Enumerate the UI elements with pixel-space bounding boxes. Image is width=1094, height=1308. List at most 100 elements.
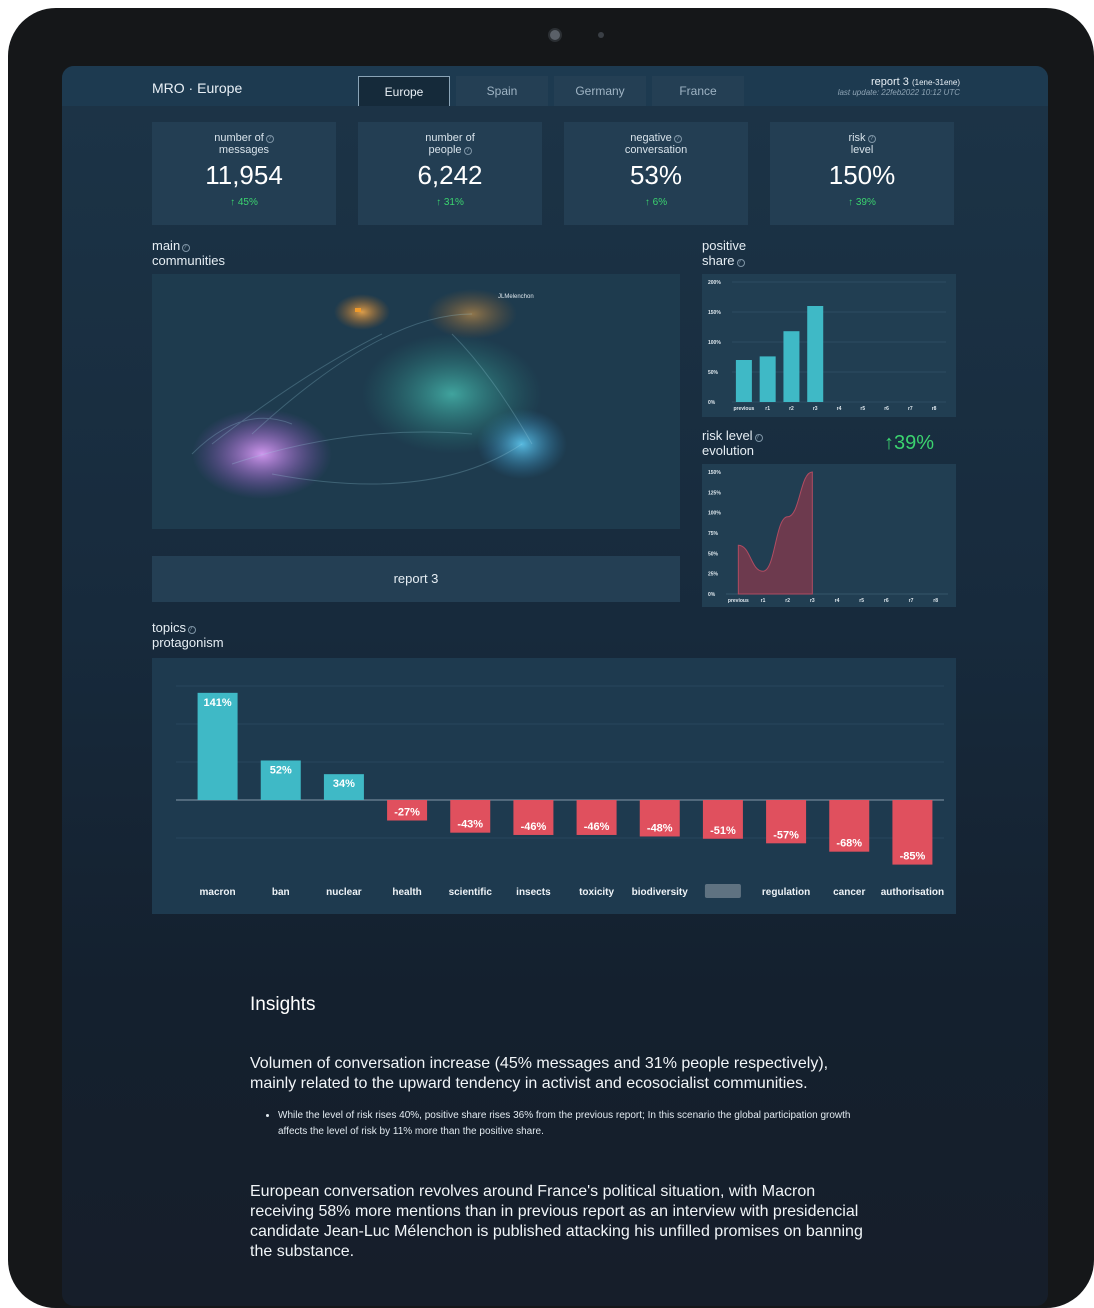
y-tick-label: 0% bbox=[708, 592, 716, 598]
section-title-line: topics bbox=[152, 620, 186, 635]
x-tick-label: macron bbox=[200, 887, 236, 898]
bar-value-label: -48% bbox=[647, 822, 673, 834]
kpi-label: number of bbox=[425, 132, 475, 144]
bar-value-label: -43% bbox=[457, 819, 483, 831]
report-range: (1ene-31ene) bbox=[911, 78, 960, 87]
kpi-label: level bbox=[850, 144, 874, 156]
section-title-line: evolution bbox=[702, 443, 755, 458]
insight-paragraph: Volumen of conversation increase (45% me… bbox=[250, 1055, 829, 1092]
arrow-up-icon: ↑ bbox=[436, 197, 442, 208]
tab-spain[interactable]: Spain bbox=[456, 76, 548, 106]
kpi-label: risk bbox=[848, 132, 866, 144]
tab-germany[interactable]: Germany bbox=[554, 76, 646, 106]
y-tick-label: 150% bbox=[708, 310, 721, 316]
tab-europe[interactable]: Europe bbox=[358, 76, 450, 106]
y-tick-label: 25% bbox=[708, 572, 719, 578]
x-tick-label: r5 bbox=[860, 406, 865, 412]
help-icon[interactable]: ? bbox=[265, 135, 274, 143]
x-tick-label: r6 bbox=[884, 598, 889, 604]
help-icon[interactable]: ? bbox=[736, 259, 745, 267]
y-tick-label: 125% bbox=[708, 490, 721, 496]
arrow-up-icon: ↑ bbox=[230, 197, 236, 208]
x-tick-label: r4 bbox=[837, 406, 842, 412]
section-title-line: communities bbox=[152, 253, 225, 268]
y-tick-label: 150% bbox=[708, 470, 721, 476]
x-tick-label: toxicity bbox=[579, 887, 614, 898]
positive-share-chart: 0% 50% 100% 150% 200% previous r1 r2 r3 r4 r5 r6 r7 r… bbox=[702, 274, 956, 417]
kpi-label: messages bbox=[218, 144, 270, 156]
insights-title: Insights bbox=[250, 994, 316, 1015]
x-tick-label: r8 bbox=[933, 598, 938, 604]
bar-value-label: -46% bbox=[521, 821, 547, 833]
x-tick-label: scientific bbox=[449, 887, 493, 898]
x-tick-label: r3 bbox=[813, 406, 818, 412]
topics-protagonism-chart: 141% macron 52% ban 34% nuclear -27% health -43%… bbox=[152, 658, 956, 914]
x-tick-label: r1 bbox=[765, 406, 770, 412]
risk-delta: ↑39% bbox=[884, 432, 935, 454]
x-tick-label: r7 bbox=[908, 406, 913, 412]
redacted-label bbox=[704, 884, 741, 898]
bar-value-label: 141% bbox=[204, 697, 232, 709]
tab-france[interactable]: France bbox=[652, 76, 744, 106]
bar bbox=[197, 692, 238, 800]
help-icon[interactable]: ? bbox=[754, 434, 763, 442]
help-icon[interactable]: ? bbox=[673, 135, 682, 143]
kpi-label: number of bbox=[214, 132, 264, 144]
help-icon[interactable]: ? bbox=[187, 626, 196, 634]
report-button[interactable]: report 3 bbox=[152, 556, 680, 602]
camera-icon bbox=[548, 28, 562, 42]
report-title: report 3 bbox=[870, 76, 909, 88]
x-tick-label: r2 bbox=[785, 598, 790, 604]
insight-bullet: While the level of risk rises 40%, posit… bbox=[278, 1108, 870, 1140]
bar bbox=[783, 331, 800, 402]
bar bbox=[735, 360, 752, 402]
positive-share-title: positive share? bbox=[702, 238, 746, 268]
x-tick-label: r3 bbox=[810, 598, 815, 604]
tablet-frame: MRO · Europe Europe Spain Germany France… bbox=[8, 8, 1094, 1308]
bar-value-label: -46% bbox=[584, 821, 610, 833]
section-title-line: positive bbox=[702, 238, 747, 253]
x-tick-label: ban bbox=[272, 887, 290, 898]
kpi-label: people bbox=[428, 144, 462, 156]
insight-paragraph: European conversation revolves around Fr… bbox=[250, 1183, 863, 1260]
x-tick-label: r8 bbox=[932, 406, 937, 412]
risk-evolution-svg: 0% 25% 50% 75% 100% 125% 150% previous r1 r2 r3 r4 r… bbox=[708, 470, 948, 604]
orange-community bbox=[334, 294, 390, 330]
y-tick-label: 0% bbox=[708, 400, 716, 406]
bar bbox=[807, 306, 824, 402]
communities-network-graph[interactable]: JLMelenchon bbox=[152, 274, 680, 529]
help-icon[interactable]: ? bbox=[182, 244, 191, 252]
risk-evolution-chart: 0% 25% 50% 75% 100% 125% 150% previous r1 r2 r3 r4 r… bbox=[702, 464, 956, 607]
section-title-line: main bbox=[152, 238, 181, 253]
bar-value-label: 34% bbox=[333, 778, 355, 790]
bar-value-label: 52% bbox=[270, 764, 292, 776]
node-label-jlmelenchon: JLMelenchon bbox=[498, 294, 534, 300]
x-tick-label: cancer bbox=[833, 887, 865, 898]
section-title-line: share bbox=[702, 253, 735, 268]
x-tick-label: r2 bbox=[789, 406, 794, 412]
risk-evolution-title: risk level? evolution bbox=[702, 428, 763, 458]
y-tick-label: 75% bbox=[708, 531, 719, 537]
kpi-delta: 39% bbox=[855, 197, 876, 208]
y-tick-label: 200% bbox=[708, 280, 721, 286]
y-tick-label: 100% bbox=[708, 511, 721, 517]
kpi-delta: 45% bbox=[237, 197, 258, 208]
x-tick-label: r7 bbox=[909, 598, 914, 604]
x-tick-label: previous bbox=[728, 598, 749, 604]
help-icon[interactable]: ? bbox=[867, 135, 876, 143]
last-update: last update: 22feb2022 10:12 UTC bbox=[837, 88, 960, 97]
kpi-label: conversation bbox=[624, 144, 688, 156]
bar bbox=[759, 356, 776, 402]
x-tick-label: r6 bbox=[884, 406, 889, 412]
x-tick-label: previous bbox=[733, 406, 754, 412]
y-tick-label: 100% bbox=[708, 340, 721, 346]
help-icon[interactable]: ? bbox=[463, 147, 472, 155]
communities-title: main? communities bbox=[152, 238, 225, 268]
bar-value-label: -51% bbox=[710, 825, 736, 837]
bar-value-label: -85% bbox=[900, 851, 926, 863]
insight-bullets: While the level of risk rises 40%, posit… bbox=[278, 1108, 870, 1140]
dashboard-screen: MRO · Europe Europe Spain Germany France… bbox=[62, 66, 1048, 1306]
positive-share-svg: 0% 50% 100% 150% 200% previous r1 r2 r3 r4 r5 r6 r7 r… bbox=[708, 280, 946, 412]
kpi-delta: 31% bbox=[443, 197, 464, 208]
arrow-up-icon: ↑ bbox=[848, 197, 854, 208]
